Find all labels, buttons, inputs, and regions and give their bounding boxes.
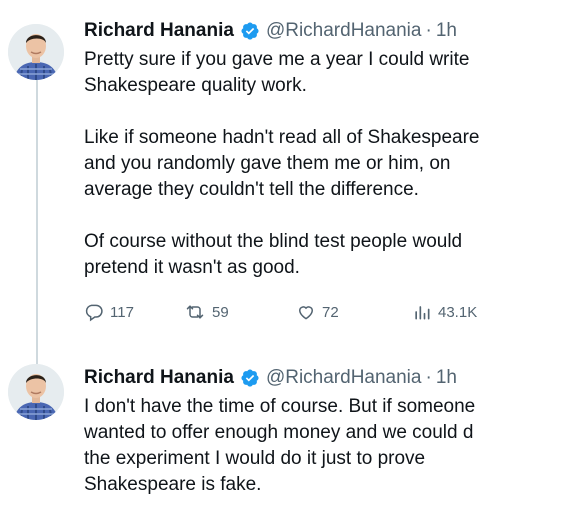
tweet-header: Richard Hanania @RichardHanania · 1h	[84, 364, 560, 392]
tweet-text: I don't have the time of course. But if …	[84, 394, 560, 498]
retweet-icon	[186, 305, 204, 319]
tweet-timestamp[interactable]: 1h	[436, 20, 457, 42]
like-icon	[298, 306, 314, 320]
avatar-image	[8, 24, 64, 80]
verified-badge-icon	[240, 368, 260, 388]
reply-button[interactable]: 117	[84, 302, 184, 322]
thread-connector-line	[36, 80, 38, 364]
views-button[interactable]: 43.1K	[412, 302, 532, 322]
reply-icon	[85, 304, 103, 322]
separator-dot: ·	[425, 20, 432, 41]
author-name[interactable]: Richard Hanania	[84, 20, 234, 42]
tweet-paragraph: I don't have the time of course. But if …	[84, 396, 476, 495]
tweet-content: Richard Hanania @RichardHanania · 1h Pre…	[84, 17, 560, 323]
like-count: 72	[322, 303, 339, 321]
tweet-text: Pretty sure if you gave me a year I coul…	[84, 47, 560, 281]
tweet-paragraph: Pretty sure if you gave me a year I coul…	[84, 49, 470, 96]
author-handle[interactable]: @RichardHanania	[266, 367, 422, 389]
tweet-paragraph: Of course without the blind test people …	[84, 231, 463, 278]
tweet-paragraph: Like if someone hadn't read all of Shake…	[84, 127, 480, 200]
author-name[interactable]: Richard Hanania	[84, 367, 234, 389]
tweet-header: Richard Hanania @RichardHanania · 1h	[84, 17, 560, 45]
retweet-count: 59	[212, 303, 229, 321]
separator-dot: ·	[425, 367, 432, 388]
reply-count: 117	[110, 303, 134, 321]
verified-badge-icon	[240, 21, 260, 41]
views-count: 43.1K	[438, 303, 478, 321]
retweet-button[interactable]: 59	[184, 302, 296, 322]
avatar[interactable]	[8, 24, 64, 80]
avatar[interactable]	[8, 364, 64, 420]
tweet-timestamp[interactable]: 1h	[436, 367, 457, 389]
like-button[interactable]: 72	[296, 302, 412, 322]
author-handle[interactable]: @RichardHanania	[266, 20, 422, 42]
tweet-actions: 117 59 72 43.1K	[84, 301, 560, 323]
tweet-content: Richard Hanania @RichardHanania · 1h I d…	[84, 364, 560, 498]
views-icon	[415, 306, 430, 320]
avatar-image	[8, 364, 64, 420]
